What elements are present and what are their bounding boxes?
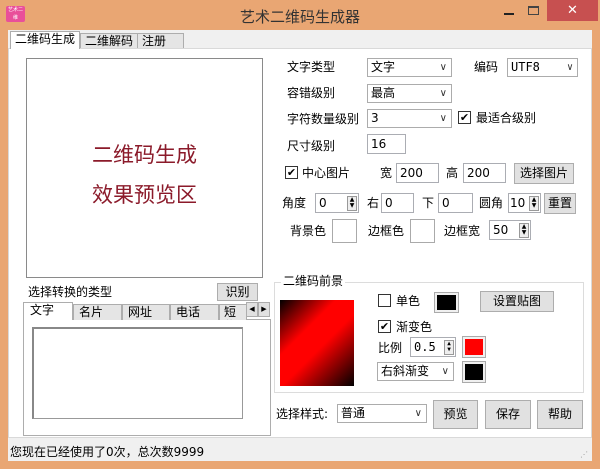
chevron-down-icon: ∨ [566,62,573,73]
recognize-button[interactable]: 识别 [217,283,258,301]
style-select[interactable]: 普通 ∨ [337,404,427,423]
text-type-select[interactable]: 文字 ∨ [367,58,452,77]
style-value: 普通 [341,406,366,420]
preview-button[interactable]: 预览 [433,400,478,429]
save-button[interactable]: 保存 [485,400,531,429]
down-offset-input[interactable]: 0 [438,193,473,213]
center-image-label: 中心图片 [302,166,351,180]
spin-arrows-icon[interactable]: ▲ ▼ [519,223,529,238]
right-offset-input[interactable]: 0 [381,193,414,213]
convert-tab-text[interactable]: 文字 [23,302,73,320]
corner-label: 圆角 [479,196,504,210]
gradient-checkbox[interactable]: ✔ [378,320,391,333]
text-type-label: 文字类型 [287,60,336,74]
width-label: 宽 [380,166,393,180]
height-input[interactable]: 200 [463,163,506,183]
chevron-down-icon: ∨ [439,88,447,99]
style-label: 选择样式: [276,407,329,421]
right-label: 右 [367,196,380,210]
size-label: 尺寸级别 [287,139,336,153]
width-input[interactable]: 200 [396,163,439,183]
chevron-down-icon: ∨ [414,408,422,419]
chevron-down-icon: ∨ [439,113,447,124]
resize-grip-icon[interactable]: ⋰ [580,450,588,459]
gradient-label: 渐变色 [396,320,433,334]
ratio-label: 比例 [378,341,403,355]
gradient-type-select[interactable]: 右斜渐变 ∨ [377,362,454,381]
maximize-button[interactable] [522,0,546,21]
border-color-swatch[interactable] [410,219,435,243]
close-button[interactable]: ✕ [547,0,598,21]
choose-image-button[interactable]: 选择图片 [514,163,574,184]
text-type-value: 文字 [371,60,396,74]
single-color-swatch[interactable] [434,292,459,313]
ecc-select[interactable]: 最高 ∨ [367,84,452,103]
corner-spinner[interactable]: 10 ▲ ▼ [508,193,541,213]
border-width-label: 边框宽 [444,224,481,238]
preview-text-line1: 二维码生成 [92,143,197,167]
best-fit-label: 最适合级别 [476,111,537,125]
border-width-spinner[interactable]: 50 ▲ ▼ [489,220,531,240]
gradient-color1-swatch[interactable] [462,336,486,358]
single-color-label: 单色 [396,294,421,308]
down-label: 下 [422,196,435,210]
char-level-select[interactable]: 3 ∨ [367,109,452,128]
foreground-group-label: 二维码前景 [281,274,346,288]
size-input[interactable]: 16 [367,134,406,154]
convert-text-input[interactable] [32,327,243,419]
tab-scroll-right-button[interactable]: ▶ [258,302,270,317]
convert-tab-card[interactable]: 名片 [73,304,122,320]
convert-tab-sms[interactable]: 短信 [219,304,247,320]
reset-button[interactable]: 重置 [544,193,576,214]
gradient-type-value: 右斜渐变 [381,364,430,378]
encoding-label: 编码 [474,60,499,74]
center-image-checkbox[interactable]: ✔ [285,166,298,179]
border-color-label: 边框色 [368,224,405,238]
tab-decode[interactable]: 二维解码 [80,33,139,49]
convert-tab-phone[interactable]: 电话 [170,304,219,320]
single-color-checkbox[interactable] [378,294,391,307]
ratio-spinner[interactable]: 0.5 ▲ ▼ [410,337,456,357]
encoding-select[interactable]: UTF8 ∨ [507,58,578,77]
set-texture-button[interactable]: 设置贴图 [480,291,554,312]
status-bar-text: 您现在已经使用了0次，总次数9999 [10,445,205,459]
border-width-value: 50 [493,223,509,237]
height-label: 高 [446,166,459,180]
tab-generate[interactable]: 二维码生成 [10,31,81,49]
preview-text-line2: 效果预览区 [92,183,197,207]
angle-spinner[interactable]: 0 ▲ ▼ [315,193,359,213]
char-level-value: 3 [371,111,379,125]
ecc-label: 容错级别 [287,86,336,100]
spin-arrows-icon[interactable]: ▲ ▼ [529,196,539,211]
bg-color-swatch[interactable] [332,219,357,243]
encoding-value: UTF8 [511,60,540,74]
help-button[interactable]: 帮助 [537,400,583,429]
ratio-value: 0.5 [414,340,436,354]
minimize-button[interactable] [498,0,522,21]
chevron-down-icon: ∨ [439,62,447,73]
convert-tab-url[interactable]: 网址 [122,304,170,320]
gradient-preview [280,300,354,386]
angle-value: 0 [319,196,327,210]
tab-register[interactable]: 注册 [137,33,184,49]
spin-arrows-icon[interactable]: ▲ ▼ [444,340,454,355]
corner-value: 10 [510,196,526,210]
bg-color-label: 背景色 [290,224,327,238]
gradient-color2-swatch[interactable] [462,361,486,383]
best-fit-checkbox[interactable]: ✔ [458,111,471,124]
tab-scroll-left-button[interactable]: ◀ [246,302,258,317]
chevron-down-icon: ∨ [441,366,449,377]
ecc-value: 最高 [371,86,396,100]
convert-type-label: 选择转换的类型 [28,285,113,299]
spin-arrows-icon[interactable]: ▲ ▼ [347,196,357,211]
char-level-label: 字符数量级别 [287,112,360,126]
preview-area: 二维码生成 效果预览区 [26,58,263,278]
angle-label: 角度 [282,196,307,210]
